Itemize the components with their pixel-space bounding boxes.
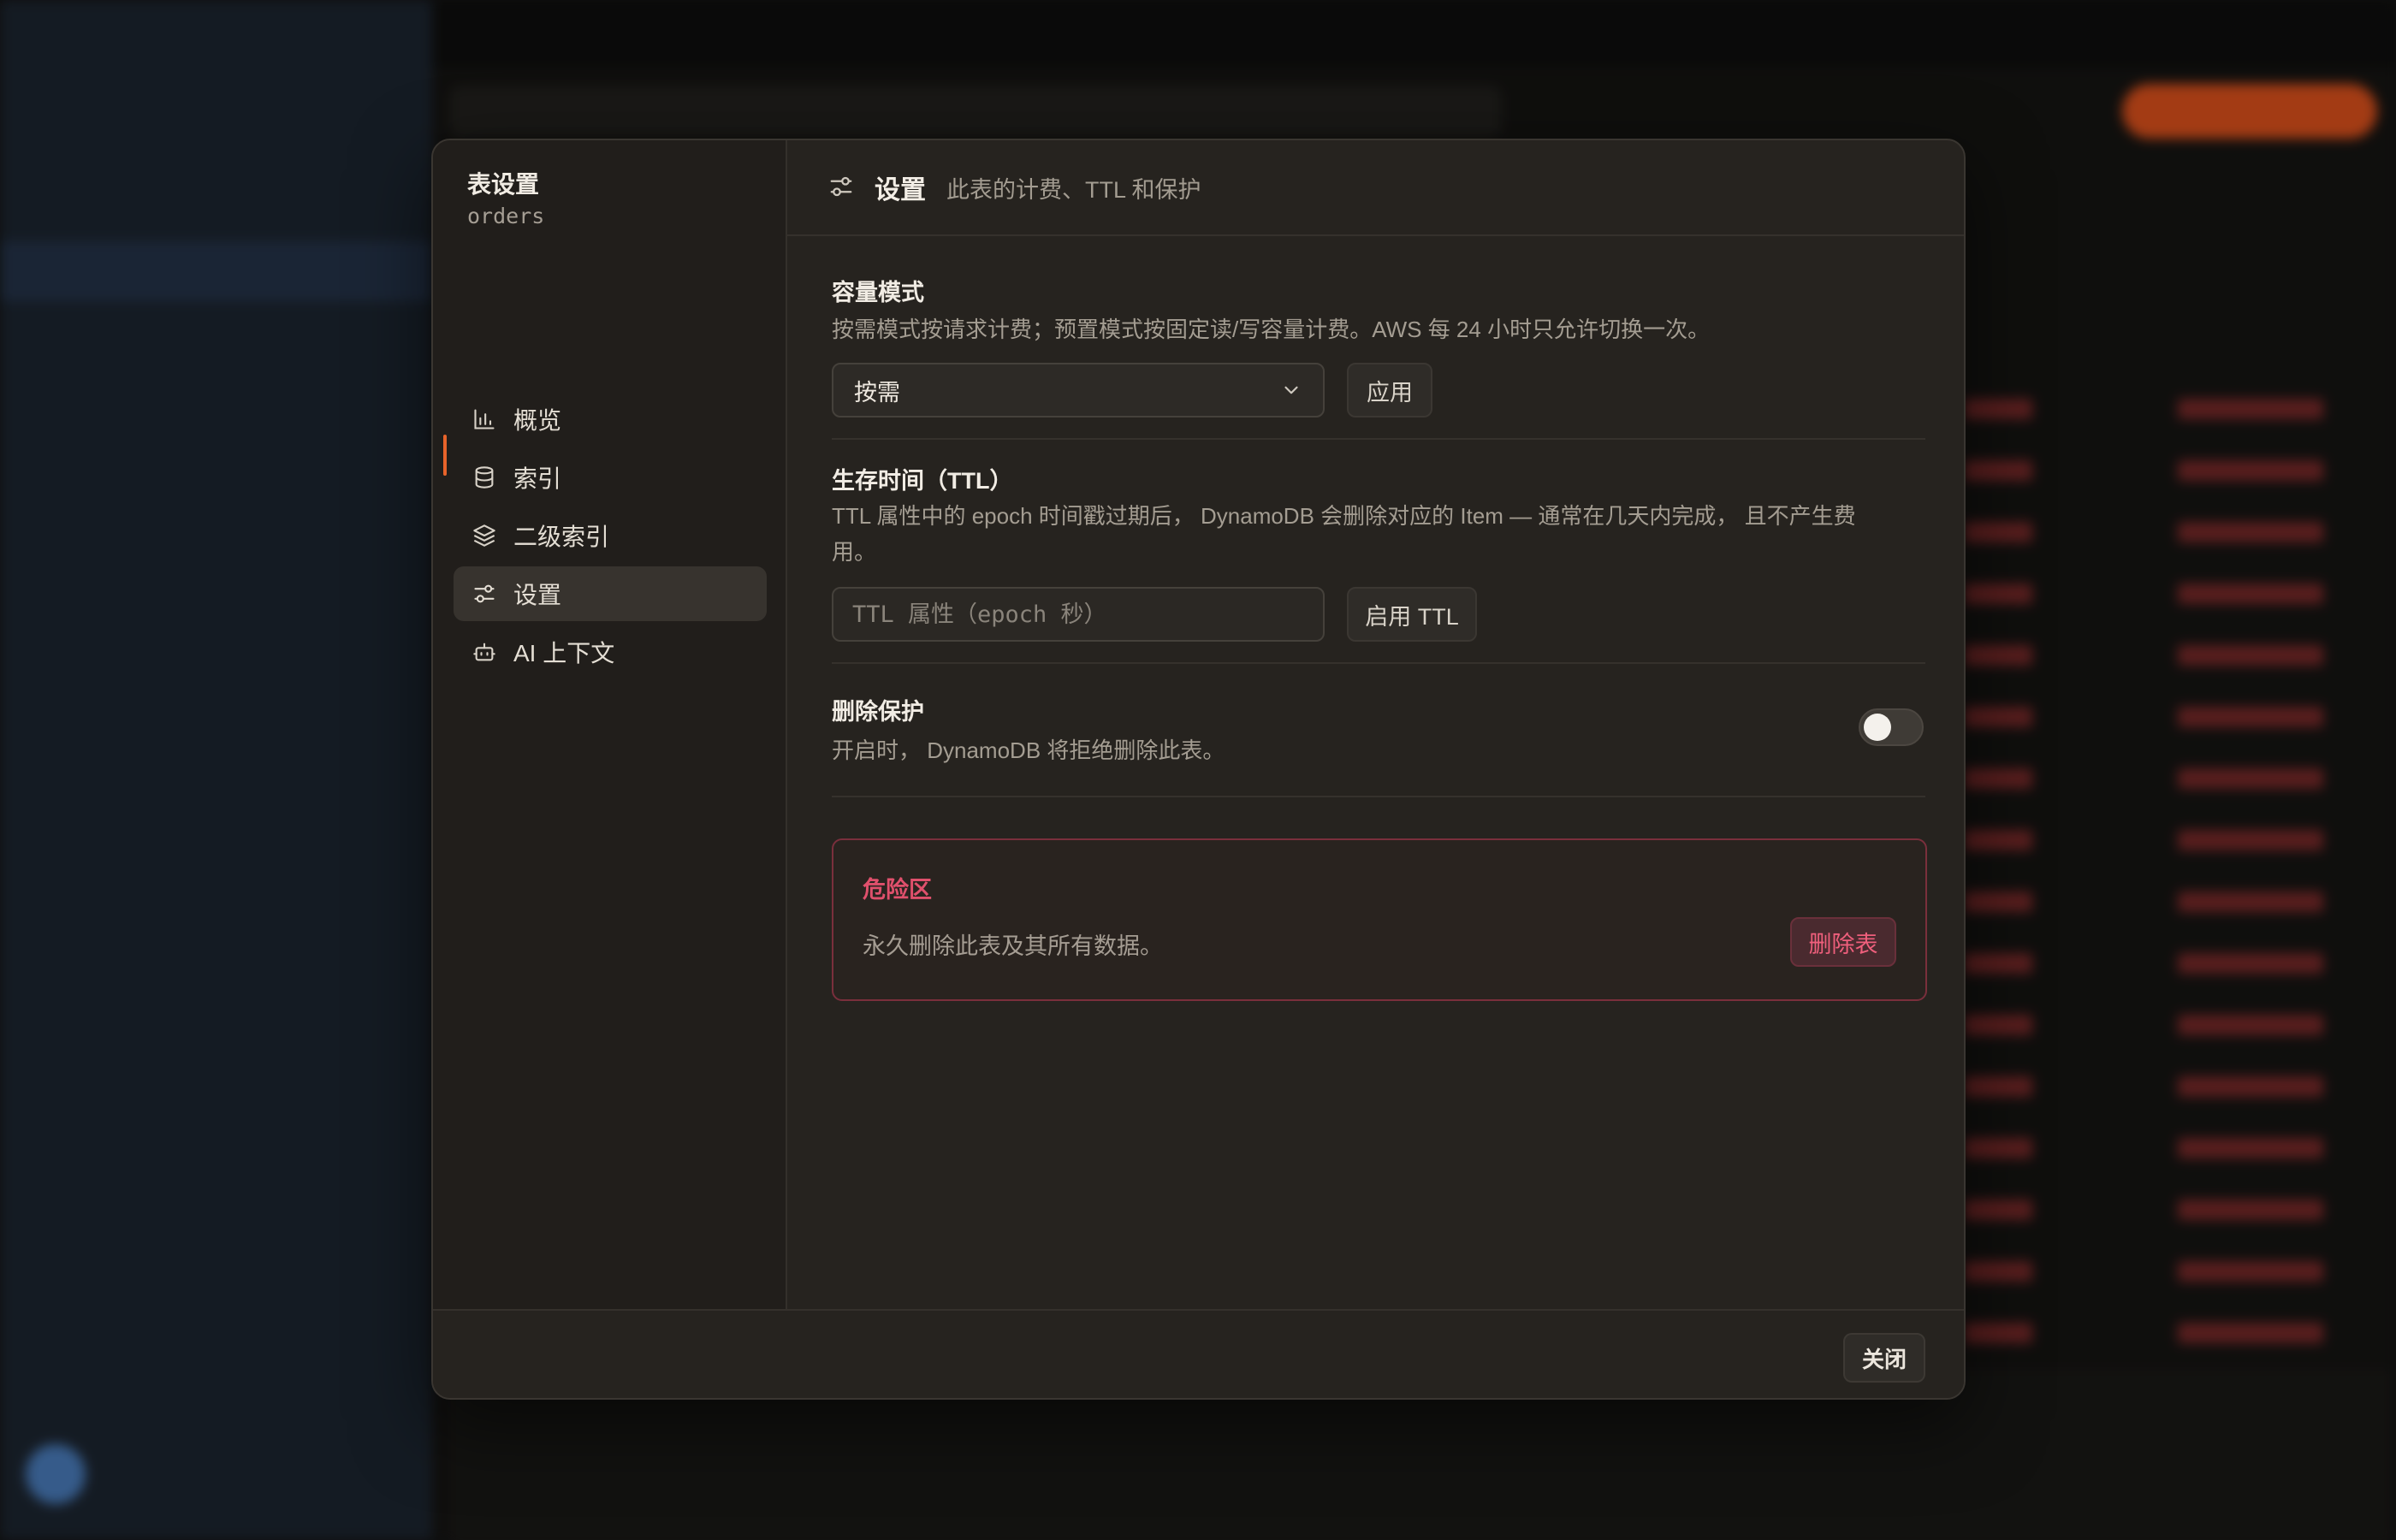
danger-zone-description: 永久删除此表及其所有数据。 <box>863 933 1163 959</box>
table-settings-modal: 表设置 orders 概览 索引 二级索引 设置 AI 上下文 设置 此表的计费… <box>431 139 1966 1400</box>
layers-icon <box>471 522 498 549</box>
deletion-protection-description: 开启时， DynamoDB 将拒绝删除此表。 <box>832 737 1225 763</box>
panel-description: 此表的计费、TTL 和保护 <box>946 176 1201 203</box>
panel-header: 设置 此表的计费、TTL 和保护 <box>787 140 1964 236</box>
database-icon <box>471 464 498 491</box>
nav-item-label: AI 上下文 <box>513 640 615 666</box>
apply-button[interactable]: 应用 <box>1347 363 1432 418</box>
sliders-icon <box>828 174 856 201</box>
nav-item-indexes[interactable]: 索引 <box>454 450 767 505</box>
close-button[interactable]: 关闭 <box>1843 1333 1925 1383</box>
nav-item-ai-context[interactable]: AI 上下文 <box>454 625 767 679</box>
bar-chart-icon <box>471 406 498 433</box>
capacity-mode-select[interactable]: 按需 <box>832 363 1325 418</box>
ttl-title: 生存时间（TTL） <box>832 468 1013 494</box>
deletion-protection-title: 删除保护 <box>832 699 924 725</box>
ttl-attribute-input[interactable] <box>832 587 1325 642</box>
divider <box>832 796 1925 797</box>
nav-item-label: 二级索引 <box>513 524 610 550</box>
settings-panel: 设置 此表的计费、TTL 和保护 容量模式 按需模式按请求计费；预置模式按固定读… <box>787 140 1964 1309</box>
divider <box>832 438 1925 440</box>
table-name: orders <box>467 204 545 228</box>
nav-item-secondary-indexes[interactable]: 二级索引 <box>454 508 767 563</box>
divider <box>832 662 1925 664</box>
enable-ttl-button[interactable]: 启用 TTL <box>1347 587 1477 642</box>
chevron-down-icon <box>1280 379 1302 401</box>
danger-zone: 危险区 永久删除此表及其所有数据。 删除表 <box>832 838 1927 1001</box>
deletion-protection-toggle[interactable] <box>1859 708 1924 746</box>
ttl-description: TTL 属性中的 epoch 时间戳过期后， DynamoDB 会删除对应的 I… <box>832 503 1856 565</box>
nav-item-label: 设置 <box>513 582 562 608</box>
active-indicator <box>443 435 447 476</box>
nav-item-overview[interactable]: 概览 <box>454 392 767 447</box>
delete-table-button[interactable]: 删除表 <box>1790 917 1896 967</box>
danger-zone-title: 危险区 <box>863 877 932 903</box>
sliders-icon <box>471 580 498 607</box>
nav-item-label: 概览 <box>513 407 562 434</box>
nav-title: 表设置 <box>467 171 540 198</box>
modal-footer: 关闭 <box>433 1309 1964 1398</box>
capacity-mode-description: 按需模式按请求计费；预置模式按固定读/写容量计费。AWS 每 24 小时只允许切… <box>832 317 1711 342</box>
nav-item-settings[interactable]: 设置 <box>454 566 767 621</box>
bot-icon <box>471 638 498 666</box>
settings-nav: 表设置 orders 概览 索引 二级索引 设置 AI 上下文 <box>433 140 787 1309</box>
panel-title: 设置 <box>875 176 926 204</box>
nav-item-label: 索引 <box>513 465 562 492</box>
toggle-knob <box>1864 714 1891 741</box>
capacity-mode-title: 容量模式 <box>832 280 924 305</box>
capacity-mode-value: 按需 <box>854 379 900 406</box>
